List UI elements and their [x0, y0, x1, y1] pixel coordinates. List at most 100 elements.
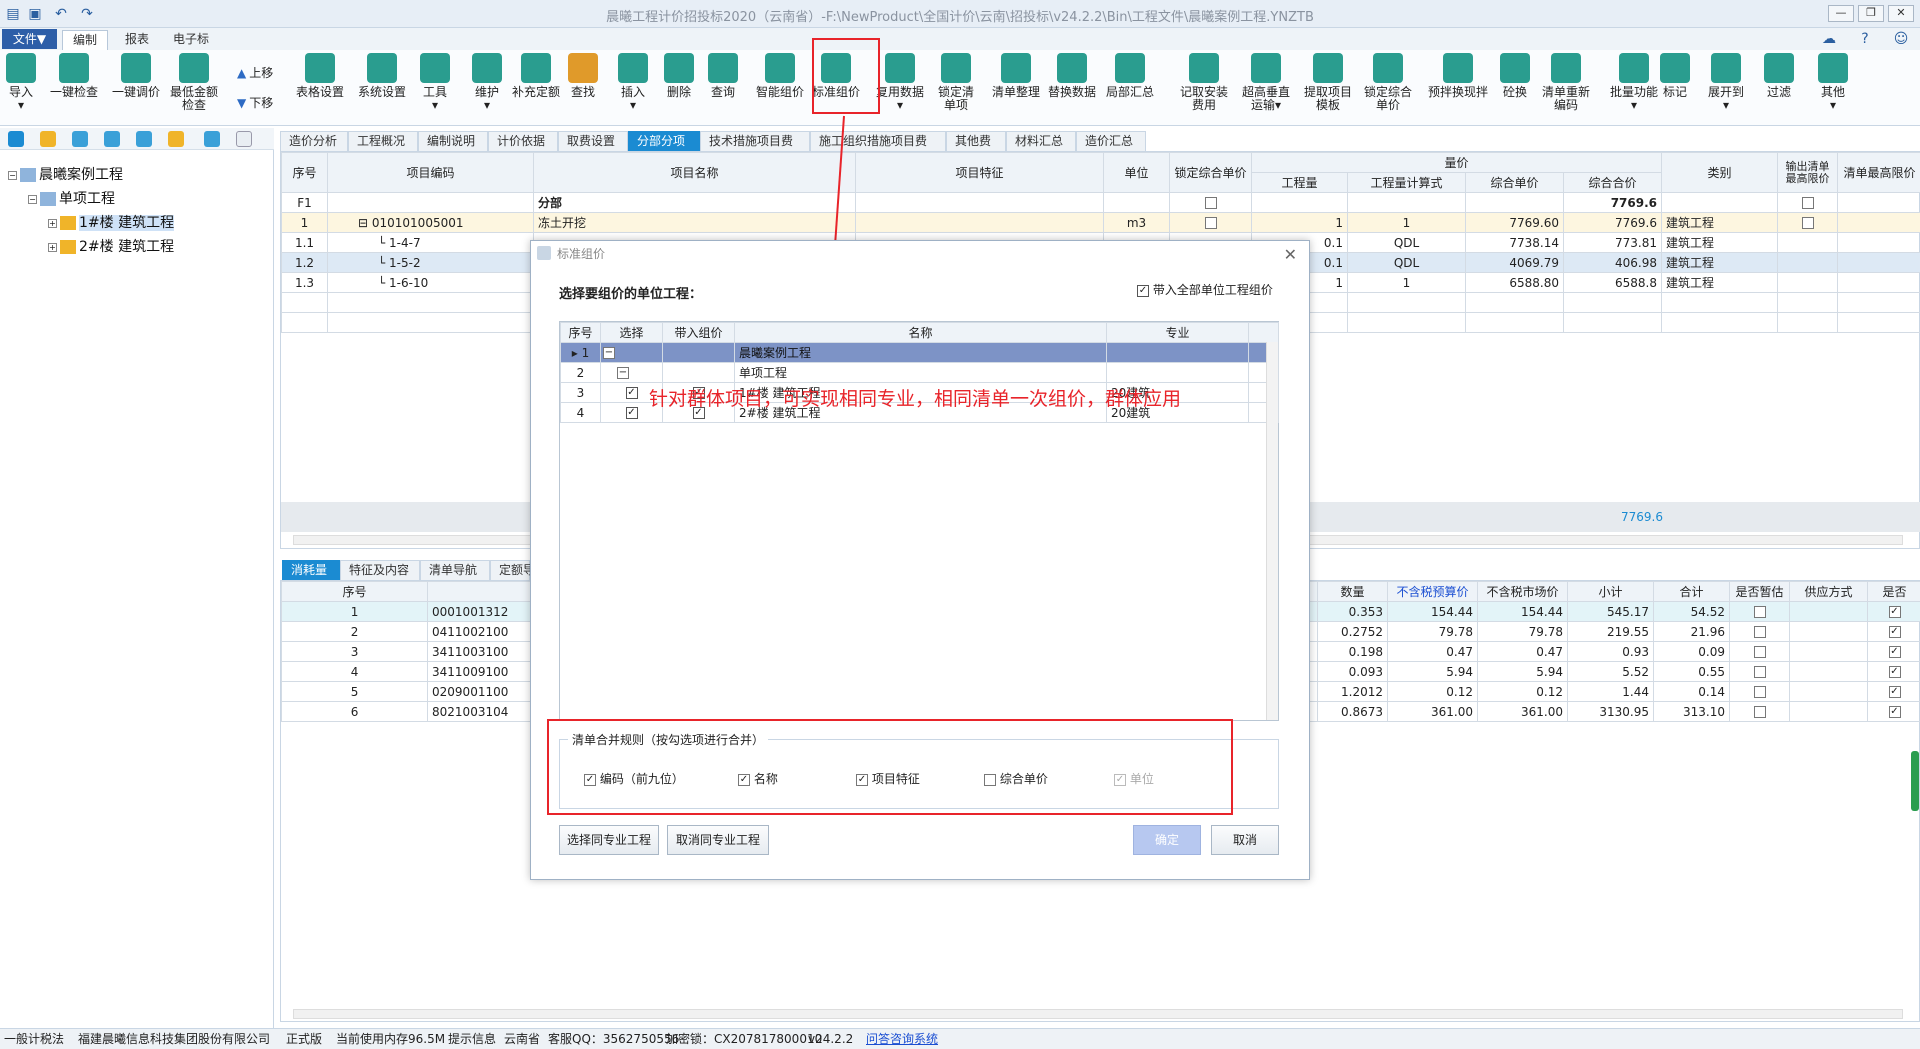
table-row[interactable]: F1 分部 7769.6 [281, 192, 1920, 213]
table-row[interactable]: ▸ 1− 晨曦案例工程 [560, 342, 1279, 363]
expand-icon[interactable]: + [48, 242, 57, 252]
import-icon[interactable] [72, 131, 88, 147]
checkbox-icon[interactable]: ✓ [1137, 284, 1149, 297]
collapse-icon[interactable]: − [8, 170, 17, 180]
expand-icon[interactable]: + [48, 218, 57, 228]
ribbon-button-3[interactable]: 最低金额 检查 [170, 53, 218, 112]
close-button[interactable]: ✕ [1888, 5, 1914, 22]
table-row[interactable]: 2− 单项工程 [560, 362, 1279, 383]
tree-node-single[interactable]: − 单项工程 [28, 188, 115, 208]
collapse-icon[interactable]: − [603, 347, 615, 359]
ribbon-button-0[interactable]: 导入 ▾ [6, 53, 36, 112]
select-same-major-button[interactable]: 选择同专业工程 [559, 825, 659, 855]
help-link[interactable]: 问答咨询系统 [866, 1029, 938, 1049]
checkbox-icon[interactable] [1801, 197, 1814, 209]
checkbox-icon[interactable] [1204, 197, 1217, 209]
ribbon-button-1[interactable]: 一键检查 [50, 53, 98, 99]
bottom-tab-0[interactable]: 消耗量 [282, 560, 340, 580]
collapse-icon[interactable]: − [617, 367, 629, 379]
tree-node-unit-1[interactable]: +1#楼 建筑工程 [48, 212, 175, 232]
ribbon-button-6[interactable]: 工具 ▾ [420, 53, 450, 112]
cancel-same-major-button[interactable]: 取消同专业工程 [667, 825, 769, 855]
ribbon-button-17[interactable]: 清单整理 [992, 53, 1040, 99]
tab-8[interactable]: 其他费 [946, 131, 1006, 151]
ribbon-button-19[interactable]: 局部汇总 [1106, 53, 1154, 99]
bottom-tab-3[interactable]: 定额导 [490, 560, 535, 580]
down-icon[interactable] [104, 131, 120, 147]
gear-icon[interactable] [204, 131, 220, 147]
menu-tab-ebid[interactable]: 电子标 [163, 30, 219, 50]
maximize-button[interactable]: ❐ [1858, 5, 1884, 22]
ribbon-button-18[interactable]: 替换数据 [1048, 53, 1096, 99]
checkbox-icon[interactable]: ✓ [625, 387, 638, 399]
remove-icon[interactable] [40, 131, 56, 147]
bottom-tab-1[interactable]: 特征及内容 [340, 560, 420, 580]
checkbox-icon[interactable]: ✓ [625, 407, 638, 419]
ribbon-button-12[interactable]: 查询 [708, 53, 738, 99]
menu-tab-edit[interactable]: 编制 [62, 30, 109, 50]
vertical-scrollbar[interactable] [1266, 342, 1278, 720]
tab-6[interactable]: 技术措施项目费 [700, 131, 810, 151]
move-up-button[interactable]: ▲ 上移 [237, 64, 273, 81]
minimize-button[interactable]: — [1828, 5, 1854, 22]
tab-4[interactable]: 取费设置 [558, 131, 628, 151]
ribbon-button-23[interactable]: 锁定综合 单价 [1364, 53, 1412, 112]
checkbox-icon[interactable]: ✓ [1888, 706, 1901, 718]
file-menu[interactable]: 文件▼ [2, 29, 57, 49]
ribbon-button-27[interactable]: 批量功能 ▾ [1610, 53, 1658, 112]
checkbox-icon[interactable]: ✓ [1888, 666, 1901, 678]
cloud-icon[interactable]: ☁ [1820, 30, 1838, 48]
ribbon-button-8[interactable]: 补充定额 [512, 53, 560, 99]
ribbon-button-16[interactable]: 锁定清 单项 [938, 53, 974, 112]
checkbox-icon[interactable] [1753, 666, 1766, 678]
add-icon[interactable] [8, 131, 24, 147]
ribbon-button-25[interactable]: 砼换 [1500, 53, 1530, 99]
checkbox-icon[interactable] [1753, 606, 1766, 618]
ribbon-button-4[interactable]: 表格设置 [296, 53, 344, 99]
ribbon-button-22[interactable]: 提取项目 模板 [1304, 53, 1352, 112]
table-row[interactable]: 0.198 0.47 0.47 0.93 0.09 ✓ [1307, 641, 1920, 662]
checkbox-icon[interactable] [1753, 706, 1766, 718]
ribbon-button-26[interactable]: 清单重新 编码 [1542, 53, 1590, 112]
ribbon-button-9[interactable]: 查找 [568, 53, 598, 99]
ok-button[interactable]: 确定 [1133, 825, 1201, 855]
table-row[interactable]: 0.353 154.44 154.44 545.17 54.52 ✓ [1307, 601, 1920, 622]
ribbon-button-5[interactable]: 系统设置 [358, 53, 406, 99]
ribbon-button-13[interactable]: 智能组价 [756, 53, 804, 99]
ribbon-button-31[interactable]: 其他 ▾ [1818, 53, 1848, 112]
table-row[interactable]: 1.2012 0.12 0.12 1.44 0.14 ✓ [1307, 681, 1920, 702]
ribbon-button-30[interactable]: 过滤 [1764, 53, 1794, 99]
tab-3[interactable]: 计价依据 [488, 131, 558, 151]
checkbox-icon[interactable]: ✓ [1888, 626, 1901, 638]
vertical-scroll-thumb[interactable] [1911, 751, 1919, 811]
ribbon-button-11[interactable]: 删除 [664, 53, 694, 99]
cancel-button[interactable]: 取消 [1211, 825, 1279, 855]
ribbon-button-15[interactable]: 复用数据 ▾ [876, 53, 924, 112]
tree-node-unit-2[interactable]: +2#楼 建筑工程 [48, 236, 174, 256]
ribbon-button-21[interactable]: 超高垂直 运输▾ [1242, 53, 1290, 112]
horizontal-scrollbar[interactable] [293, 1009, 1903, 1019]
table-row[interactable]: 0.2752 79.78 79.78 219.55 21.96 ✓ [1307, 621, 1920, 642]
move-down-button[interactable]: ▼ 下移 [237, 94, 273, 111]
ribbon-button-2[interactable]: 一键调价 [112, 53, 160, 99]
checkbox-icon[interactable] [1753, 626, 1766, 638]
up-icon[interactable] [136, 131, 152, 147]
bottom-tab-2[interactable]: 清单导航 [420, 560, 490, 580]
table-row[interactable]: 1 ⊟ 010101005001 冻土开挖 m3 1 1 7769.60 7769.6 建筑工程 [281, 212, 1920, 233]
checkbox-icon[interactable]: ✓ [1888, 606, 1901, 618]
ribbon-button-20[interactable]: 记取安装 费用 [1180, 53, 1228, 112]
ribbon-button-28[interactable]: 标记 [1660, 53, 1690, 99]
checkbox-icon[interactable] [1753, 646, 1766, 658]
bring-all-option[interactable]: ✓ 带入全部单位工程组价 [1137, 281, 1273, 298]
user-icon[interactable]: ☺ [1892, 30, 1910, 48]
home-icon[interactable] [168, 131, 184, 147]
checkbox-icon[interactable] [1204, 217, 1217, 229]
tab-9[interactable]: 材料汇总 [1006, 131, 1076, 151]
tree-root[interactable]: − 晨曦案例工程 [8, 164, 123, 184]
table-row[interactable]: 0.093 5.94 5.94 5.52 0.55 ✓ [1307, 661, 1920, 682]
ribbon-button-10[interactable]: 插入 ▾ [618, 53, 648, 112]
checkbox-icon[interactable]: ✓ [1888, 646, 1901, 658]
checkbox-icon[interactable] [1801, 217, 1814, 229]
help-icon[interactable]: ? [1856, 30, 1874, 48]
checkbox-icon[interactable]: ✓ [1888, 686, 1901, 698]
